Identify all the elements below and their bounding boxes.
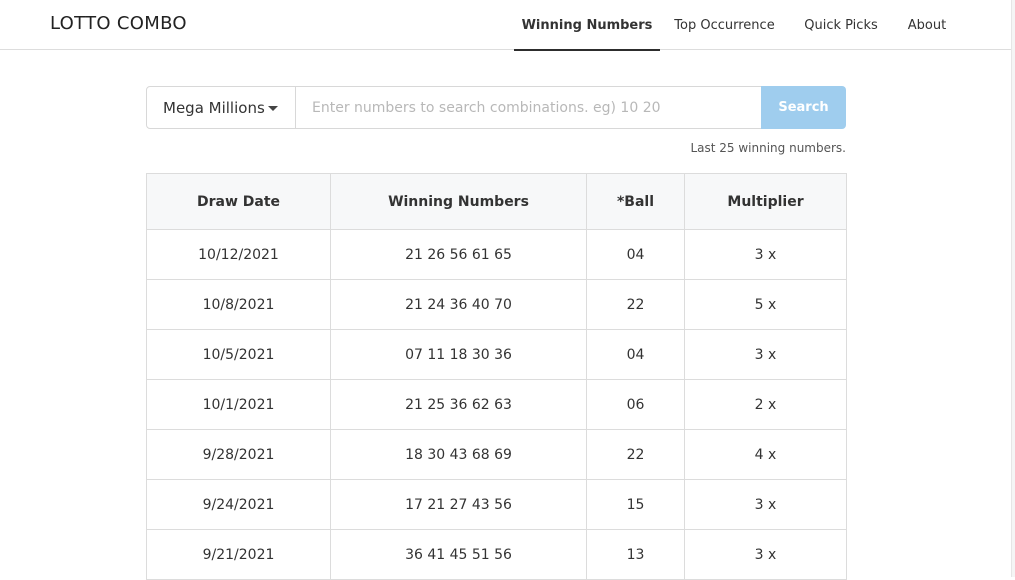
winning-numbers-cell: 21 26 56 61 65 xyxy=(330,229,587,280)
ball-cell: 22 xyxy=(586,279,685,330)
draw-date-cell: 10/5/2021 xyxy=(146,329,331,380)
column-header-draw-date: Draw Date xyxy=(146,173,331,230)
draw-date-cell: 9/21/2021 xyxy=(146,529,331,580)
multiplier-cell: 2 x xyxy=(684,379,847,430)
caret-down-icon xyxy=(268,106,278,111)
results-caption: Last 25 winning numbers. xyxy=(690,141,846,155)
table-row: 10/12/2021 21 26 56 61 65 04 3 x xyxy=(146,229,847,280)
nav-about[interactable]: About xyxy=(896,0,958,50)
column-header-winning-numbers: Winning Numbers xyxy=(330,173,587,230)
search-button[interactable]: Search xyxy=(761,86,846,129)
ball-cell: 04 xyxy=(586,329,685,380)
multiplier-cell: 5 x xyxy=(684,279,847,330)
ball-cell: 15 xyxy=(586,479,685,530)
draw-date-cell: 9/28/2021 xyxy=(146,429,331,480)
nav-quick-picks[interactable]: Quick Picks xyxy=(794,0,888,50)
brand-logo[interactable]: LOTTO COMBO xyxy=(50,13,187,34)
winning-numbers-cell: 21 25 36 62 63 xyxy=(330,379,587,430)
ball-cell: 06 xyxy=(586,379,685,430)
numbers-search-input[interactable] xyxy=(296,86,762,129)
top-navbar: LOTTO COMBO Winning Numbers Top Occurren… xyxy=(0,0,1015,51)
winning-numbers-cell: 07 11 18 30 36 xyxy=(330,329,587,380)
multiplier-cell: 4 x xyxy=(684,429,847,480)
draw-date-cell: 10/8/2021 xyxy=(146,279,331,330)
winning-numbers-cell: 18 30 43 68 69 xyxy=(330,429,587,480)
table-row: 9/28/2021 18 30 43 68 69 22 4 x xyxy=(146,429,847,480)
multiplier-cell: 3 x xyxy=(684,479,847,530)
draw-date-cell: 10/1/2021 xyxy=(146,379,331,430)
table-row: 9/24/2021 17 21 27 43 56 15 3 x xyxy=(146,479,847,530)
column-header-multiplier: Multiplier xyxy=(684,173,847,230)
winning-numbers-cell: 17 21 27 43 56 xyxy=(330,479,587,530)
ball-cell: 13 xyxy=(586,529,685,580)
winning-numbers-cell: 21 24 36 40 70 xyxy=(330,279,587,330)
ball-cell: 22 xyxy=(586,429,685,480)
page-scrollbar[interactable] xyxy=(1011,0,1015,577)
table-row: 10/5/2021 07 11 18 30 36 04 3 x xyxy=(146,329,847,380)
table-header-row: Draw Date Winning Numbers *Ball Multipli… xyxy=(146,173,847,230)
multiplier-cell: 3 x xyxy=(684,529,847,580)
draw-date-cell: 9/24/2021 xyxy=(146,479,331,530)
multiplier-cell: 3 x xyxy=(684,329,847,380)
table-row: 10/8/2021 21 24 36 40 70 22 5 x xyxy=(146,279,847,330)
multiplier-cell: 3 x xyxy=(684,229,847,280)
winning-numbers-cell: 36 41 45 51 56 xyxy=(330,529,587,580)
column-header-ball: *Ball xyxy=(586,173,685,230)
ball-cell: 04 xyxy=(586,229,685,280)
nav-winning-numbers[interactable]: Winning Numbers xyxy=(514,0,660,51)
table-row: 10/1/2021 21 25 36 62 63 06 2 x xyxy=(146,379,847,430)
nav-top-occurrence[interactable]: Top Occurrence xyxy=(664,0,785,50)
table-row: 9/21/2021 36 41 45 51 56 13 3 x xyxy=(146,529,847,580)
game-select[interactable]: Mega Millions xyxy=(146,86,296,129)
draw-date-cell: 10/12/2021 xyxy=(146,229,331,280)
game-select-value: Mega Millions xyxy=(163,98,265,117)
winning-numbers-table: Draw Date Winning Numbers *Ball Multipli… xyxy=(146,173,847,580)
